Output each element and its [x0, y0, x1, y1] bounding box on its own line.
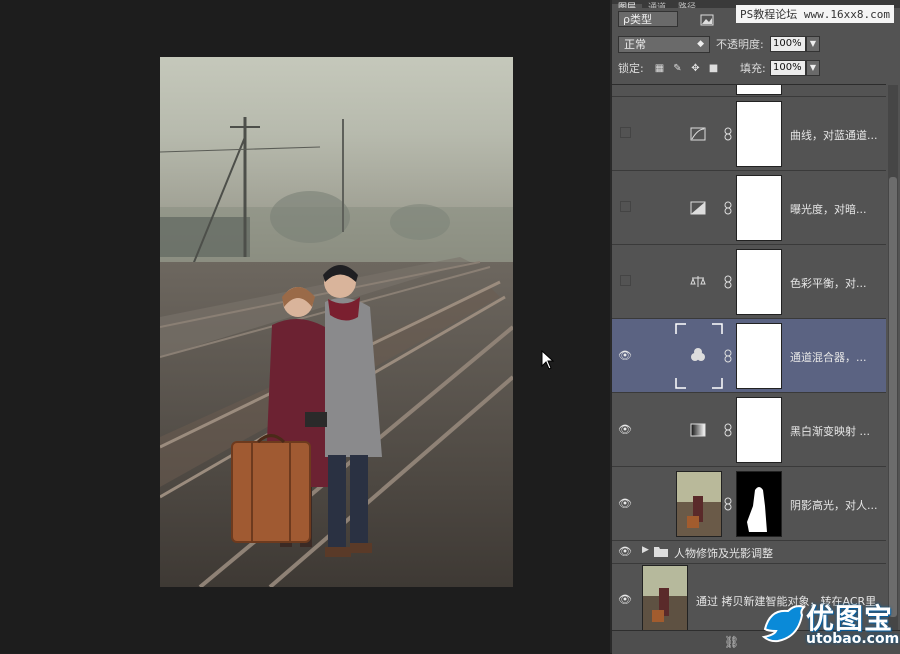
blend-mode-value: 正常	[624, 38, 646, 51]
fill-input[interactable]: 100%	[770, 60, 806, 76]
lock-all-icon[interactable]: ■	[708, 63, 719, 74]
layer-photo-thumbnail[interactable]	[676, 471, 722, 537]
lock-row: 锁定: ▦ ✎ ✥ ■ 填充: 100% ▼	[618, 60, 896, 78]
layer-name: 阴影高光，对人...	[790, 499, 878, 512]
filter-kind-select[interactable]: ρ类型	[618, 11, 678, 27]
tab-channels[interactable]: 通道	[642, 4, 672, 9]
camera	[305, 412, 327, 427]
layer-mask-thumbnail[interactable]	[736, 175, 782, 241]
exposure-icon	[690, 201, 706, 215]
eye-icon[interactable]: 👁	[618, 423, 632, 437]
lock-brush-icon[interactable]: ✎	[672, 63, 683, 74]
eye-icon[interactable]: 👁	[618, 349, 632, 363]
opacity-input[interactable]: 100%	[770, 36, 806, 52]
layer-gradient-map[interactable]: 👁 黑白渐变映射 ...	[612, 393, 886, 467]
layer-shadow-highlight[interactable]: 👁 阴影高光，对人...	[612, 467, 886, 541]
scrollbar-thumb[interactable]	[889, 177, 897, 617]
layer-group[interactable]: 👁 ▶ 人物修饰及光影调整	[612, 541, 886, 564]
chain-link-icon[interactable]	[724, 127, 732, 141]
layer-name: 曲线，对蓝通道...	[790, 129, 878, 142]
layer-mask-thumbnail	[736, 85, 782, 95]
chain-link-icon[interactable]	[724, 497, 732, 511]
link-layers-icon[interactable]: ⛓	[724, 635, 739, 649]
visibility-toggle-off[interactable]	[620, 201, 631, 212]
utobao-watermark-logo: 优图宝 utobao.com	[760, 597, 900, 653]
chain-link-icon[interactable]	[724, 201, 732, 215]
layers-scrollbar[interactable]	[888, 85, 898, 630]
layers-list: 曲线，对蓝通道... 曝光度，对暗... 色彩平衡，对... 👁 通道混合器，.…	[612, 85, 886, 630]
expand-arrow-icon[interactable]: ▶	[642, 545, 649, 555]
layer-color-balance[interactable]: 色彩平衡，对...	[612, 245, 886, 319]
layer-curves[interactable]: 曲线，对蓝通道...	[612, 97, 886, 171]
color-balance-icon	[690, 276, 706, 287]
smart-object-thumbnail[interactable]	[642, 565, 688, 630]
chain-link-icon[interactable]	[724, 423, 732, 437]
logo-url: utobao.com	[806, 631, 900, 647]
blend-row: 正常 ◆ 不透明度: 100% ▼	[618, 36, 896, 54]
layers-panel: 图层 通道 路径 PS教程论坛 www.16xx8.com ρ类型 正常 ◆ 不透明…	[610, 0, 900, 654]
layer-channel-mixer[interactable]: 👁 通道混合器，...	[612, 319, 886, 393]
lock-label: 锁定:	[618, 62, 644, 75]
layer-name: 曝光度，对暗...	[790, 203, 867, 216]
document-canvas[interactable]	[0, 0, 610, 653]
layer-mask-thumbnail[interactable]	[736, 249, 782, 315]
opacity-label: 不透明度:	[716, 38, 764, 51]
couple-railway-photo	[160, 57, 513, 587]
opacity-dropdown-icon[interactable]: ▼	[806, 36, 820, 52]
channel-mixer-icon	[691, 348, 705, 361]
layer-mask-thumbnail[interactable]	[736, 397, 782, 463]
filter-row: ρ类型	[618, 11, 714, 29]
fill-dropdown-icon[interactable]: ▼	[806, 60, 820, 76]
tab-paths[interactable]: 路径	[672, 4, 702, 9]
tab-layers[interactable]: 图层	[612, 4, 643, 8]
lock-transparent-icon[interactable]: ▦	[654, 63, 665, 74]
image-filter-icon[interactable]	[700, 14, 714, 26]
layer-mask-thumbnail[interactable]	[736, 101, 782, 167]
layer-mask-thumbnail[interactable]	[736, 471, 782, 537]
chain-link-icon[interactable]	[724, 349, 732, 363]
mouse-cursor-icon	[541, 350, 555, 370]
layer-name: 色彩平衡，对...	[790, 277, 867, 290]
forum-watermark: PS教程论坛 www.16xx8.com	[736, 5, 894, 23]
folder-icon	[654, 547, 668, 557]
fill-label: 填充:	[740, 62, 766, 75]
bird-logo-icon	[761, 605, 806, 643]
blend-mode-select[interactable]: 正常 ◆	[618, 36, 710, 53]
layer-name: 通道混合器，...	[790, 351, 867, 364]
layer-partial-top[interactable]	[612, 85, 886, 97]
chevron-down-icon: ◆	[697, 39, 704, 49]
visibility-toggle-off[interactable]	[620, 127, 631, 138]
layer-mask-thumbnail[interactable]	[736, 323, 782, 389]
chain-link-icon[interactable]	[724, 275, 732, 289]
suitcase	[231, 434, 311, 543]
eye-icon[interactable]: 👁	[618, 497, 632, 511]
gradient-map-icon	[690, 423, 706, 437]
visibility-toggle-off[interactable]	[620, 275, 631, 286]
layer-name: 黑白渐变映射 ...	[790, 425, 870, 438]
lock-move-icon[interactable]: ✥	[690, 63, 701, 74]
eye-icon[interactable]: 👁	[618, 593, 632, 607]
curves-icon	[690, 127, 706, 141]
group-name: 人物修饰及光影调整	[674, 547, 773, 560]
layer-exposure[interactable]: 曝光度，对暗...	[612, 171, 886, 245]
eye-icon[interactable]: 👁	[618, 545, 632, 559]
